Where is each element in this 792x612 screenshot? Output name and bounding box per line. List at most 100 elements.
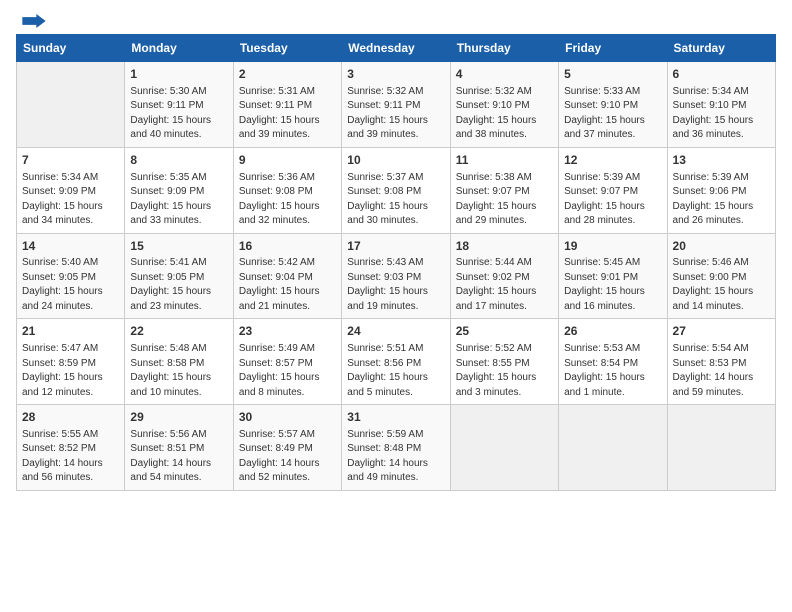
day-number: 6: [673, 66, 770, 83]
day-number: 7: [22, 152, 119, 169]
day-info: Sunrise: 5:42 AM Sunset: 9:04 PM Dayligh…: [239, 256, 336, 314]
calendar-cell: 21 Sunrise: 5:47 AM Sunset: 8:59 PM Dayli…: [17, 319, 125, 405]
day-info: Sunrise: 5:30 AM Sunset: 9:11 PM Dayligh…: [130, 85, 227, 143]
calendar-cell: 13Sunrise: 5:39 AM Sunset: 9:06 PM Dayli…: [667, 147, 775, 233]
calendar-cell: [667, 405, 775, 491]
day-number: 21: [22, 323, 119, 340]
day-header-thursday: Thursday: [450, 35, 558, 62]
calendar-cell: 25 Sunrise: 5:52 AM Sunset: 8:55 PM Dayli…: [450, 319, 558, 405]
day-number: 10: [347, 152, 444, 169]
day-info: Sunrise: 5:55 AM Sunset: 8:52 PM Dayligh…: [22, 428, 119, 486]
calendar-cell: 12 Sunrise: 5:39 AM Sunset: 9:07 PM Dayli…: [559, 147, 667, 233]
calendar-cell: 10 Sunrise: 5:37 AM Sunset: 9:08 PM Dayli…: [342, 147, 450, 233]
day-info: Sunrise: 5:47 AM Sunset: 8:59 PM Dayligh…: [22, 342, 119, 400]
calendar-cell: [450, 405, 558, 491]
calendar-cell: 27 Sunrise: 5:54 AM Sunset: 8:53 PM Dayli…: [667, 319, 775, 405]
day-info: Sunrise: 5:41 AM Sunset: 9:05 PM Dayligh…: [130, 256, 227, 314]
week-row-1: 1 Sunrise: 5:30 AM Sunset: 9:11 PM Daylig…: [17, 62, 776, 148]
day-number: 9: [239, 152, 336, 169]
day-number: 25: [456, 323, 553, 340]
calendar-cell: 6 Sunrise: 5:34 AM Sunset: 9:10 PM Daylig…: [667, 62, 775, 148]
day-info: Sunrise: 5:40 AM Sunset: 9:05 PM Dayligh…: [22, 256, 119, 314]
week-row-4: 21 Sunrise: 5:47 AM Sunset: 8:59 PM Dayli…: [17, 319, 776, 405]
day-info: Sunrise: 5:45 AM Sunset: 9:01 PM Dayligh…: [564, 256, 661, 314]
calendar-cell: 3 Sunrise: 5:32 AM Sunset: 9:11 PM Daylig…: [342, 62, 450, 148]
calendar-cell: 7 Sunrise: 5:34 AM Sunset: 9:09 PM Daylig…: [17, 147, 125, 233]
calendar-cell: 30Sunrise: 5:57 AM Sunset: 8:49 PM Dayli…: [233, 405, 341, 491]
day-info: Sunrise: 5:48 AM Sunset: 8:58 PM Dayligh…: [130, 342, 227, 400]
calendar-cell: [559, 405, 667, 491]
day-number: 20: [673, 238, 770, 255]
day-number: 28: [22, 409, 119, 426]
day-info: Sunrise: 5:52 AM Sunset: 8:55 PM Dayligh…: [456, 342, 553, 400]
day-number: 24: [347, 323, 444, 340]
day-number: 14: [22, 238, 119, 255]
day-header-monday: Monday: [125, 35, 233, 62]
day-number: 23: [239, 323, 336, 340]
day-number: 3: [347, 66, 444, 83]
day-header-tuesday: Tuesday: [233, 35, 341, 62]
day-header-wednesday: Wednesday: [342, 35, 450, 62]
day-info: Sunrise: 5:46 AM Sunset: 9:00 PM Dayligh…: [673, 256, 770, 314]
day-info: Sunrise: 5:57 AM Sunset: 8:49 PM Dayligh…: [239, 428, 336, 486]
day-info: Sunrise: 5:34 AM Sunset: 9:09 PM Dayligh…: [22, 171, 119, 229]
day-info: Sunrise: 5:35 AM Sunset: 9:09 PM Dayligh…: [130, 171, 227, 229]
day-info: Sunrise: 5:59 AM Sunset: 8:48 PM Dayligh…: [347, 428, 444, 486]
day-number: 11: [456, 152, 553, 169]
calendar-cell: 14Sunrise: 5:40 AM Sunset: 9:05 PM Dayli…: [17, 233, 125, 319]
calendar-cell: [17, 62, 125, 148]
day-number: 27: [673, 323, 770, 340]
day-number: 26: [564, 323, 661, 340]
week-row-5: 28 Sunrise: 5:55 AM Sunset: 8:52 PM Dayli…: [17, 405, 776, 491]
day-info: Sunrise: 5:32 AM Sunset: 9:10 PM Dayligh…: [456, 85, 553, 143]
calendar-cell: 9 Sunrise: 5:36 AM Sunset: 9:08 PM Daylig…: [233, 147, 341, 233]
day-info: Sunrise: 5:39 AM Sunset: 9:06 PM Dayligh…: [673, 171, 770, 229]
day-info: Sunrise: 5:56 AM Sunset: 8:51 PM Dayligh…: [130, 428, 227, 486]
day-number: 4: [456, 66, 553, 83]
calendar-cell: 26 Sunrise: 5:53 AM Sunset: 8:54 PM Dayli…: [559, 319, 667, 405]
header-row: SundayMondayTuesdayWednesdayThursdayFrid…: [17, 35, 776, 62]
week-row-2: 7 Sunrise: 5:34 AM Sunset: 9:09 PM Daylig…: [17, 147, 776, 233]
day-info: Sunrise: 5:49 AM Sunset: 8:57 PM Dayligh…: [239, 342, 336, 400]
calendar-cell: 22 Sunrise: 5:48 AM Sunset: 8:58 PM Dayli…: [125, 319, 233, 405]
day-number: 31: [347, 409, 444, 426]
calendar-table: SundayMondayTuesdayWednesdayThursdayFrid…: [16, 34, 776, 491]
day-info: Sunrise: 5:39 AM Sunset: 9:07 PM Dayligh…: [564, 171, 661, 229]
day-info: Sunrise: 5:37 AM Sunset: 9:08 PM Dayligh…: [347, 171, 444, 229]
day-number: 12: [564, 152, 661, 169]
day-number: 8: [130, 152, 227, 169]
day-header-saturday: Saturday: [667, 35, 775, 62]
calendar-cell: 2Sunrise: 5:31 AM Sunset: 9:11 PM Daylig…: [233, 62, 341, 148]
logo: [16, 16, 48, 28]
day-info: Sunrise: 5:34 AM Sunset: 9:10 PM Dayligh…: [673, 85, 770, 143]
day-header-sunday: Sunday: [17, 35, 125, 62]
day-info: Sunrise: 5:32 AM Sunset: 9:11 PM Dayligh…: [347, 85, 444, 143]
calendar-cell: 4 Sunrise: 5:32 AM Sunset: 9:10 PM Daylig…: [450, 62, 558, 148]
day-number: 16: [239, 238, 336, 255]
day-info: Sunrise: 5:53 AM Sunset: 8:54 PM Dayligh…: [564, 342, 661, 400]
calendar-cell: 19Sunrise: 5:45 AM Sunset: 9:01 PM Dayli…: [559, 233, 667, 319]
calendar-cell: 20Sunrise: 5:46 AM Sunset: 9:00 PM Dayli…: [667, 233, 775, 319]
calendar-cell: 15Sunrise: 5:41 AM Sunset: 9:05 PM Dayli…: [125, 233, 233, 319]
day-info: Sunrise: 5:31 AM Sunset: 9:11 PM Dayligh…: [239, 85, 336, 143]
day-number: 15: [130, 238, 227, 255]
day-number: 22: [130, 323, 227, 340]
day-number: 1: [130, 66, 227, 83]
calendar-cell: 24 Sunrise: 5:51 AM Sunset: 8:56 PM Dayli…: [342, 319, 450, 405]
logo-arrow-icon: [20, 14, 48, 28]
day-header-friday: Friday: [559, 35, 667, 62]
day-info: Sunrise: 5:36 AM Sunset: 9:08 PM Dayligh…: [239, 171, 336, 229]
calendar-cell: 11Sunrise: 5:38 AM Sunset: 9:07 PM Dayli…: [450, 147, 558, 233]
day-info: Sunrise: 5:51 AM Sunset: 8:56 PM Dayligh…: [347, 342, 444, 400]
page-header: [16, 16, 776, 28]
week-row-3: 14Sunrise: 5:40 AM Sunset: 9:05 PM Dayli…: [17, 233, 776, 319]
day-info: Sunrise: 5:44 AM Sunset: 9:02 PM Dayligh…: [456, 256, 553, 314]
day-number: 17: [347, 238, 444, 255]
calendar-cell: 8 Sunrise: 5:35 AM Sunset: 9:09 PM Daylig…: [125, 147, 233, 233]
day-number: 18: [456, 238, 553, 255]
day-info: Sunrise: 5:54 AM Sunset: 8:53 PM Dayligh…: [673, 342, 770, 400]
calendar-cell: 31 Sunrise: 5:59 AM Sunset: 8:48 PM Dayli…: [342, 405, 450, 491]
calendar-cell: 5Sunrise: 5:33 AM Sunset: 9:10 PM Daylig…: [559, 62, 667, 148]
day-number: 5: [564, 66, 661, 83]
calendar-cell: 16Sunrise: 5:42 AM Sunset: 9:04 PM Dayli…: [233, 233, 341, 319]
